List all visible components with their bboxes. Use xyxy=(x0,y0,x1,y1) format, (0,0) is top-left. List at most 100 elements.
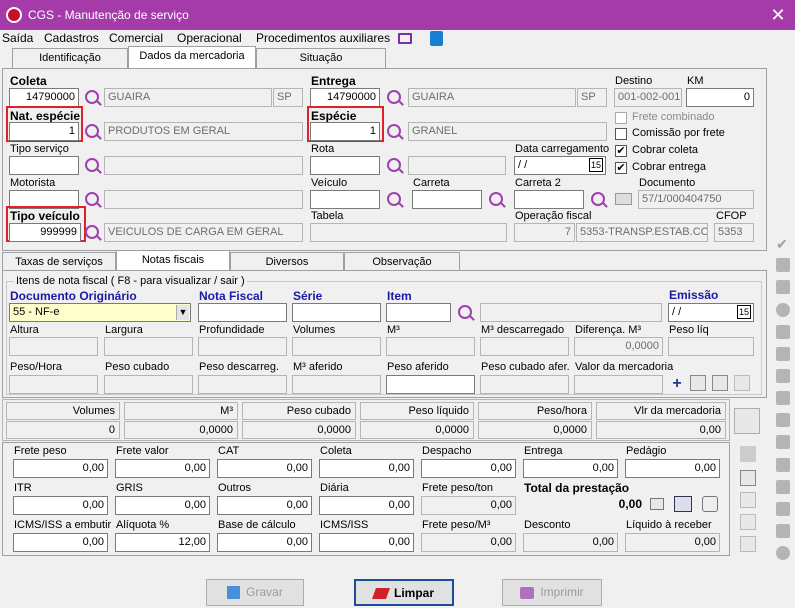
menu-operacional[interactable]: Operacional xyxy=(177,31,242,45)
pedagio-input[interactable]: 0,00 xyxy=(625,459,720,478)
imprimir-button[interactable]: Imprimir xyxy=(502,579,602,606)
hand-icon[interactable] xyxy=(776,413,790,427)
tab-notas-fiscais[interactable]: Notas fiscais xyxy=(116,250,230,270)
serie-input[interactable] xyxy=(292,303,381,322)
document-icon[interactable] xyxy=(740,492,756,508)
tab-diversos[interactable]: Diversos xyxy=(230,252,344,270)
especie-search-icon[interactable] xyxy=(387,124,401,138)
tool-icon[interactable] xyxy=(776,524,790,538)
menu-procedimentos[interactable]: Procedimentos auxiliares xyxy=(256,31,390,45)
frete-peso-input[interactable]: 0,00 xyxy=(13,459,108,478)
tab-situacao[interactable]: Situação xyxy=(256,48,386,68)
tipo-servico-search-icon[interactable] xyxy=(85,158,99,172)
emissao-calendar-icon[interactable]: 15 xyxy=(737,305,751,319)
coleta-search-icon[interactable] xyxy=(85,90,99,104)
coleta-valor-input[interactable]: 0,00 xyxy=(319,459,414,478)
tab-observacao[interactable]: Observação xyxy=(344,252,460,270)
ciot-icon[interactable] xyxy=(776,280,790,294)
coleta-cep-input[interactable]: 14790000 xyxy=(9,88,79,107)
check-icon[interactable]: ✔ xyxy=(776,236,790,252)
edit-item-icon[interactable] xyxy=(690,375,706,391)
comissao-frete-checkbox[interactable] xyxy=(615,128,627,140)
chat-icon[interactable] xyxy=(740,514,756,530)
entrega-cep-input[interactable]: 14790000 xyxy=(310,88,380,107)
icms-embutir-input[interactable]: 0,00 xyxy=(13,533,108,552)
tab-dados-mercadoria[interactable]: Dados da mercadoria xyxy=(128,46,256,68)
bug-icon[interactable] xyxy=(740,446,756,462)
diaria-input[interactable]: 0,00 xyxy=(319,496,414,515)
tipo-veiculo-search-icon[interactable] xyxy=(85,225,99,239)
menu-saida[interactable]: Saída xyxy=(2,31,33,45)
limpar-button[interactable]: Limpar xyxy=(354,579,454,606)
rota-input[interactable] xyxy=(310,156,380,175)
tab-taxas-servicos[interactable]: Taxas de serviços xyxy=(2,252,116,270)
menu-cadastros[interactable]: Cadastros xyxy=(44,31,99,45)
itr-input[interactable]: 0,00 xyxy=(13,496,108,515)
coleta-uf-field: SP xyxy=(273,88,303,107)
veiculo-input[interactable] xyxy=(310,190,380,209)
monitor-icon[interactable] xyxy=(398,33,412,44)
nat-especie-input[interactable]: 1 xyxy=(9,122,79,141)
frete-valor-input[interactable]: 0,00 xyxy=(115,459,210,478)
cat-input[interactable]: 0,00 xyxy=(217,459,312,478)
base-calculo-input[interactable]: 0,00 xyxy=(217,533,312,552)
especie-input[interactable]: 1 xyxy=(310,122,380,141)
gravar-button[interactable]: Gravar xyxy=(206,579,304,606)
share-icon[interactable] xyxy=(776,435,790,449)
close-button[interactable]: ✕ xyxy=(761,0,795,30)
percent-document-icon[interactable] xyxy=(740,470,756,486)
item-input[interactable] xyxy=(386,303,451,322)
entrega-search-icon[interactable] xyxy=(387,90,401,104)
icms-iss-input[interactable]: 0,00 xyxy=(319,533,414,552)
tipo-servico-desc-field xyxy=(104,156,303,175)
menu-comercial[interactable]: Comercial xyxy=(109,31,163,45)
cobrar-entrega-checkbox[interactable]: ✔ xyxy=(615,162,627,174)
veiculo-search-icon[interactable] xyxy=(387,192,401,206)
list-icon[interactable] xyxy=(776,458,790,472)
item-search-icon[interactable] xyxy=(458,305,472,319)
aliquota-input[interactable]: 12,00 xyxy=(115,533,210,552)
edit-icon[interactable] xyxy=(776,258,790,272)
outros-input[interactable]: 0,00 xyxy=(217,496,312,515)
tipo-veiculo-input[interactable]: 999999 xyxy=(9,223,81,242)
book-icon[interactable] xyxy=(674,496,692,512)
text-doc-icon[interactable] xyxy=(776,502,790,516)
info-icon[interactable] xyxy=(430,31,443,46)
calendar-icon[interactable]: 15 xyxy=(589,158,603,172)
add-item-icon[interactable]: + xyxy=(668,375,686,394)
nat-especie-desc-field: PRODUTOS EM GERAL xyxy=(104,122,303,141)
carreta2-search-icon[interactable] xyxy=(591,192,605,206)
km-input[interactable]: 0 xyxy=(686,88,754,107)
copy-icon[interactable] xyxy=(776,369,790,383)
motorista-search-icon[interactable] xyxy=(85,192,99,206)
user-icon[interactable] xyxy=(776,480,790,494)
settings-icon[interactable] xyxy=(702,496,718,512)
tab-identificacao[interactable]: Identificação xyxy=(12,48,128,68)
tipo-servico-input[interactable] xyxy=(9,156,79,175)
carreta2-input[interactable] xyxy=(514,190,584,209)
nat-especie-search-icon[interactable] xyxy=(85,124,99,138)
gris-input[interactable]: 0,00 xyxy=(115,496,210,515)
calculator-button[interactable] xyxy=(734,408,760,434)
despacho-input[interactable]: 0,00 xyxy=(421,459,516,478)
forward-doc-icon[interactable] xyxy=(776,347,790,361)
calculator-icon[interactable] xyxy=(650,498,664,510)
copy-item-icon[interactable] xyxy=(712,375,728,391)
gear-icon[interactable] xyxy=(776,546,790,560)
nota-fiscal-input[interactable] xyxy=(198,303,287,322)
entrega-valor-input[interactable]: 0,00 xyxy=(523,459,618,478)
rota-search-icon[interactable] xyxy=(387,158,401,172)
remove-item-icon[interactable] xyxy=(734,375,750,391)
device-icon[interactable] xyxy=(740,536,756,552)
carreta-input[interactable] xyxy=(412,190,482,209)
carreta-search-icon[interactable] xyxy=(489,192,503,206)
aliquota-label: Alíquota % xyxy=(116,519,170,531)
circle-icon[interactable] xyxy=(776,303,790,317)
truck-side-icon[interactable] xyxy=(776,391,790,405)
frete-combinado-checkbox[interactable] xyxy=(615,112,627,124)
tag-icon[interactable] xyxy=(776,325,790,339)
doc-originario-select[interactable]: 55 - NF-e xyxy=(9,303,191,322)
peso-aferido-input[interactable] xyxy=(386,375,475,394)
cobrar-coleta-checkbox[interactable]: ✔ xyxy=(615,145,627,157)
chevron-down-icon[interactable]: ▼ xyxy=(176,305,189,320)
